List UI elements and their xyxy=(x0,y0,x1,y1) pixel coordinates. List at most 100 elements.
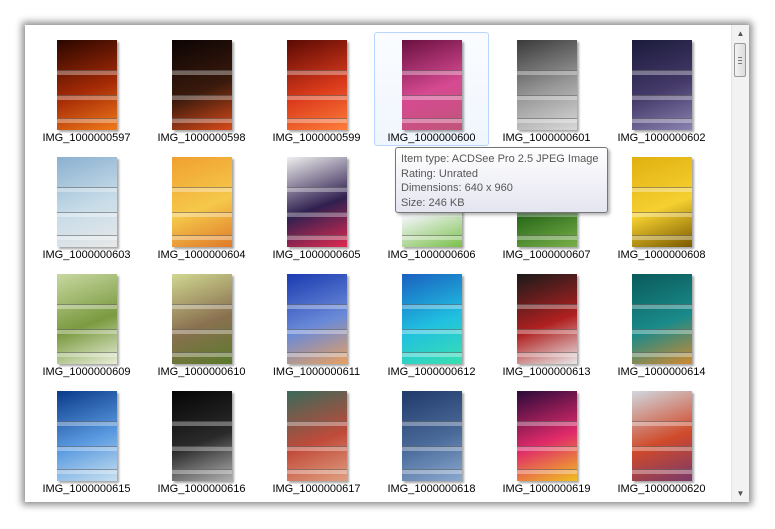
file-thumbnail-image[interactable] xyxy=(632,274,692,364)
file-thumbnail-image[interactable] xyxy=(287,274,347,364)
thumbnail-shelf-stripe xyxy=(402,352,462,357)
file-item[interactable]: IMG_1000000597 xyxy=(29,32,144,146)
file-item[interactable]: IMG_1000000613 xyxy=(489,266,604,380)
thumbnail-shelf-stripe xyxy=(57,118,117,123)
thumbnail-shelf-stripe xyxy=(632,469,692,474)
file-thumbnail-image[interactable] xyxy=(632,157,692,247)
thumbnail-shelf-stripe xyxy=(172,421,232,426)
thumbnail-shelf-stripe xyxy=(287,469,347,474)
file-thumbnail-image[interactable] xyxy=(57,274,117,364)
file-thumbnail-image[interactable] xyxy=(517,40,577,130)
thumbnail-shelf-stripe xyxy=(172,469,232,474)
file-thumbnail-image[interactable] xyxy=(632,391,692,481)
file-item[interactable]: IMG_1000000616 xyxy=(144,383,259,497)
grip-line xyxy=(738,63,742,64)
file-item[interactable]: IMG_1000000599 xyxy=(259,32,374,146)
file-item[interactable]: IMG_1000000615 xyxy=(29,383,144,497)
file-item[interactable]: IMG_1000000617 xyxy=(259,383,374,497)
scrollbar-thumb[interactable] xyxy=(734,43,746,77)
file-thumbnail-image[interactable] xyxy=(57,40,117,130)
file-thumbnail-image[interactable] xyxy=(172,274,232,364)
file-thumbnail-image[interactable] xyxy=(402,274,462,364)
thumbnail-shelf-stripe xyxy=(517,304,577,309)
vertical-scrollbar[interactable]: ▲ ▼ xyxy=(731,25,749,502)
file-thumbnail-image[interactable] xyxy=(517,274,577,364)
file-item[interactable]: IMG_1000000603 xyxy=(29,149,144,263)
file-thumbnail-image[interactable] xyxy=(172,40,232,130)
thumbnail-shelf-stripe xyxy=(287,352,347,357)
thumbnail-shelf-stripe xyxy=(172,352,232,357)
thumbnail-shelf-stripe xyxy=(402,421,462,426)
grip-line xyxy=(738,57,742,58)
thumbnail-shelf-stripe xyxy=(402,235,462,240)
file-item[interactable]: IMG_1000000608 xyxy=(604,149,719,263)
file-thumbnail-image[interactable] xyxy=(57,391,117,481)
thumbnail-shelf-stripe xyxy=(402,469,462,474)
file-name-label: IMG_1000000604 xyxy=(157,249,246,261)
file-item[interactable]: IMG_1000000611 xyxy=(259,266,374,380)
thumbnail-shelf-stripe xyxy=(57,421,117,426)
file-item[interactable]: IMG_1000000614 xyxy=(604,266,719,380)
thumbnail-shelf-stripe xyxy=(632,212,692,217)
thumbnail-shelf-stripe xyxy=(287,329,347,334)
file-item[interactable]: IMG_1000000604 xyxy=(144,149,259,263)
file-item[interactable]: IMG_1000000598 xyxy=(144,32,259,146)
thumbnail-shelf-stripe xyxy=(287,95,347,100)
file-name-label: IMG_1000000598 xyxy=(157,132,246,144)
thumbnail-shelf-stripe xyxy=(402,446,462,451)
thumbnail-grid: IMG_1000000597 IMG_1000000598 IMG_10000005… xyxy=(25,25,732,502)
file-thumbnail-image[interactable] xyxy=(172,157,232,247)
file-thumbnail-image[interactable] xyxy=(287,40,347,130)
thumbnail-shelf-stripe xyxy=(57,446,117,451)
file-name-label: IMG_1000000601 xyxy=(502,132,591,144)
file-name-label: IMG_1000000612 xyxy=(387,366,476,378)
thumbnail-shelf-stripe xyxy=(632,329,692,334)
file-item[interactable]: IMG_1000000619 xyxy=(489,383,604,497)
file-name-label: IMG_1000000602 xyxy=(617,132,706,144)
thumbnail-shelf-stripe xyxy=(57,469,117,474)
thumbnail-shelf-stripe xyxy=(402,304,462,309)
thumbnail-shelf-stripe xyxy=(172,95,232,100)
file-thumbnail-image[interactable] xyxy=(402,40,462,130)
thumbnail-shelf-stripe xyxy=(57,95,117,100)
thumbnail-shelf-stripe xyxy=(632,421,692,426)
file-item[interactable]: IMG_1000000612 xyxy=(374,266,489,380)
thumbnail-shelf-stripe xyxy=(632,187,692,192)
file-name-label: IMG_1000000613 xyxy=(502,366,591,378)
file-item[interactable]: IMG_1000000605 xyxy=(259,149,374,263)
thumbnail-shelf-stripe xyxy=(57,212,117,217)
thumbnail-shelf-stripe xyxy=(172,329,232,334)
thumbnail-shelf-stripe xyxy=(287,446,347,451)
thumbnail-shelf-stripe xyxy=(402,95,462,100)
thumbnail-shelf-stripe xyxy=(287,304,347,309)
thumbnail-shelf-stripe xyxy=(287,235,347,240)
thumbnail-shelf-stripe xyxy=(287,212,347,217)
file-item[interactable]: IMG_1000000601 xyxy=(489,32,604,146)
file-item[interactable]: IMG_1000000600 xyxy=(374,32,489,146)
thumbnail-shelf-stripe xyxy=(172,304,232,309)
thumbnail-shelf-stripe xyxy=(632,235,692,240)
file-thumbnail-image[interactable] xyxy=(287,157,347,247)
tooltip-size: Size: 246 KB xyxy=(401,196,465,209)
file-thumbnail-image[interactable] xyxy=(172,391,232,481)
scroll-down-arrow-icon[interactable]: ▼ xyxy=(732,485,749,502)
file-info-tooltip: Item type: ACDSee Pro 2.5 JPEG Image Rat… xyxy=(395,147,608,213)
scroll-up-arrow-icon[interactable]: ▲ xyxy=(732,25,749,42)
file-item[interactable]: IMG_1000000618 xyxy=(374,383,489,497)
file-item[interactable]: IMG_1000000610 xyxy=(144,266,259,380)
thumbnail-shelf-stripe xyxy=(517,95,577,100)
file-thumbnail-image[interactable] xyxy=(402,391,462,481)
grip-line xyxy=(738,60,742,61)
file-item[interactable]: IMG_1000000609 xyxy=(29,266,144,380)
file-thumbnail-image[interactable] xyxy=(287,391,347,481)
file-item[interactable]: IMG_1000000602 xyxy=(604,32,719,146)
file-name-label: IMG_1000000620 xyxy=(617,483,706,495)
file-thumbnail-image[interactable] xyxy=(632,40,692,130)
file-thumbnail-image[interactable] xyxy=(517,391,577,481)
thumbnail-shelf-stripe xyxy=(402,329,462,334)
thumbnail-shelf-stripe xyxy=(287,421,347,426)
file-name-label: IMG_1000000618 xyxy=(387,483,476,495)
thumbnail-shelf-stripe xyxy=(172,212,232,217)
file-item[interactable]: IMG_1000000620 xyxy=(604,383,719,497)
file-thumbnail-image[interactable] xyxy=(57,157,117,247)
